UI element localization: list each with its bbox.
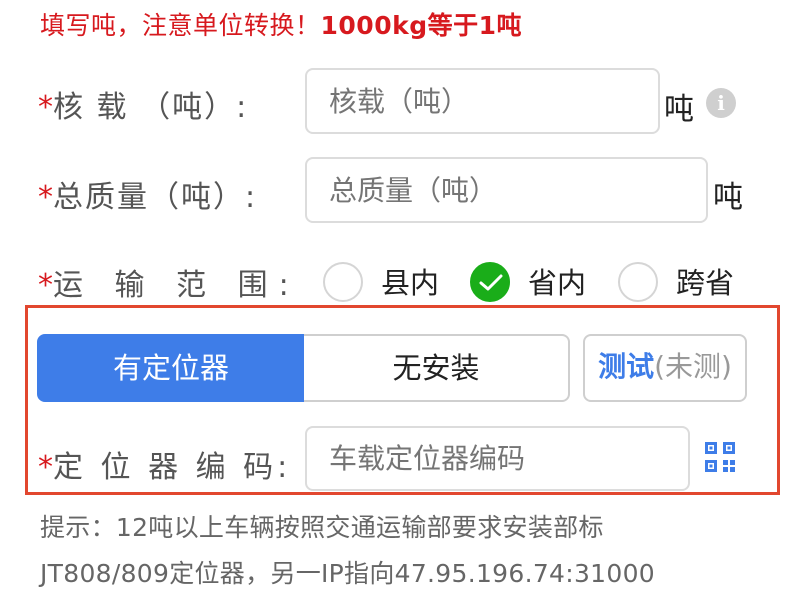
hint-line-2: JT808/809定位器，另一IP指向47.95.196.74:31000 — [40, 559, 655, 588]
tab-no-install[interactable]: 无安装 — [304, 334, 570, 402]
radio-cross-province[interactable] — [618, 262, 658, 302]
required-star: * — [38, 90, 53, 125]
warning-ton: 吨 — [496, 11, 523, 40]
gross-input[interactable] — [305, 157, 708, 223]
warning-equals: 等于 — [427, 11, 479, 40]
qr-code-icon[interactable] — [704, 441, 736, 473]
required-star: * — [38, 180, 53, 215]
gross-unit: 吨 — [713, 180, 743, 215]
warning-text: 填写吨，注意单位转换！ — [40, 11, 321, 40]
load-label-text: 核 载 （吨）: — [53, 90, 249, 125]
hint-line-1: 提示：12吨以上车辆按照交通运输部要求安装部标 — [40, 513, 604, 542]
test-status: (未测) — [654, 350, 732, 383]
radio-cross-province-label[interactable]: 跨省 — [676, 260, 734, 302]
check-icon — [479, 274, 503, 291]
gross-label-text: 总质量（吨）: — [53, 180, 258, 215]
load-label: *核 载 （吨）: — [38, 82, 248, 126]
scope-label-text: 运 输 范 围: — [53, 268, 300, 303]
locator-code-label: *定 位 器 编 码: — [38, 442, 291, 486]
radio-province[interactable] — [470, 262, 510, 302]
required-star: * — [38, 268, 53, 303]
scope-label: *运 输 范 围: — [38, 260, 300, 304]
load-unit: 吨 — [664, 92, 694, 127]
info-icon[interactable]: i — [706, 88, 736, 118]
radio-province-label[interactable]: 省内 — [528, 260, 586, 302]
test-label: 测试 — [598, 350, 655, 383]
test-button[interactable]: 测试(未测) — [583, 334, 747, 402]
warning-one: 1 — [478, 11, 497, 40]
warning-kg: 1000kg — [320, 11, 428, 40]
tab-has-locator[interactable]: 有定位器 — [37, 334, 305, 402]
required-star: * — [38, 450, 53, 485]
unit-warning: 填写吨，注意单位转换！1000kg等于1吨 — [40, 6, 522, 42]
locator-code-label-text: 定 位 器 编 码: — [53, 450, 292, 485]
gross-label: *总质量（吨）: — [38, 172, 257, 216]
load-input[interactable] — [305, 68, 660, 134]
locator-code-input[interactable] — [305, 426, 690, 491]
radio-county-label[interactable]: 县内 — [381, 260, 439, 302]
radio-county[interactable] — [323, 262, 363, 302]
